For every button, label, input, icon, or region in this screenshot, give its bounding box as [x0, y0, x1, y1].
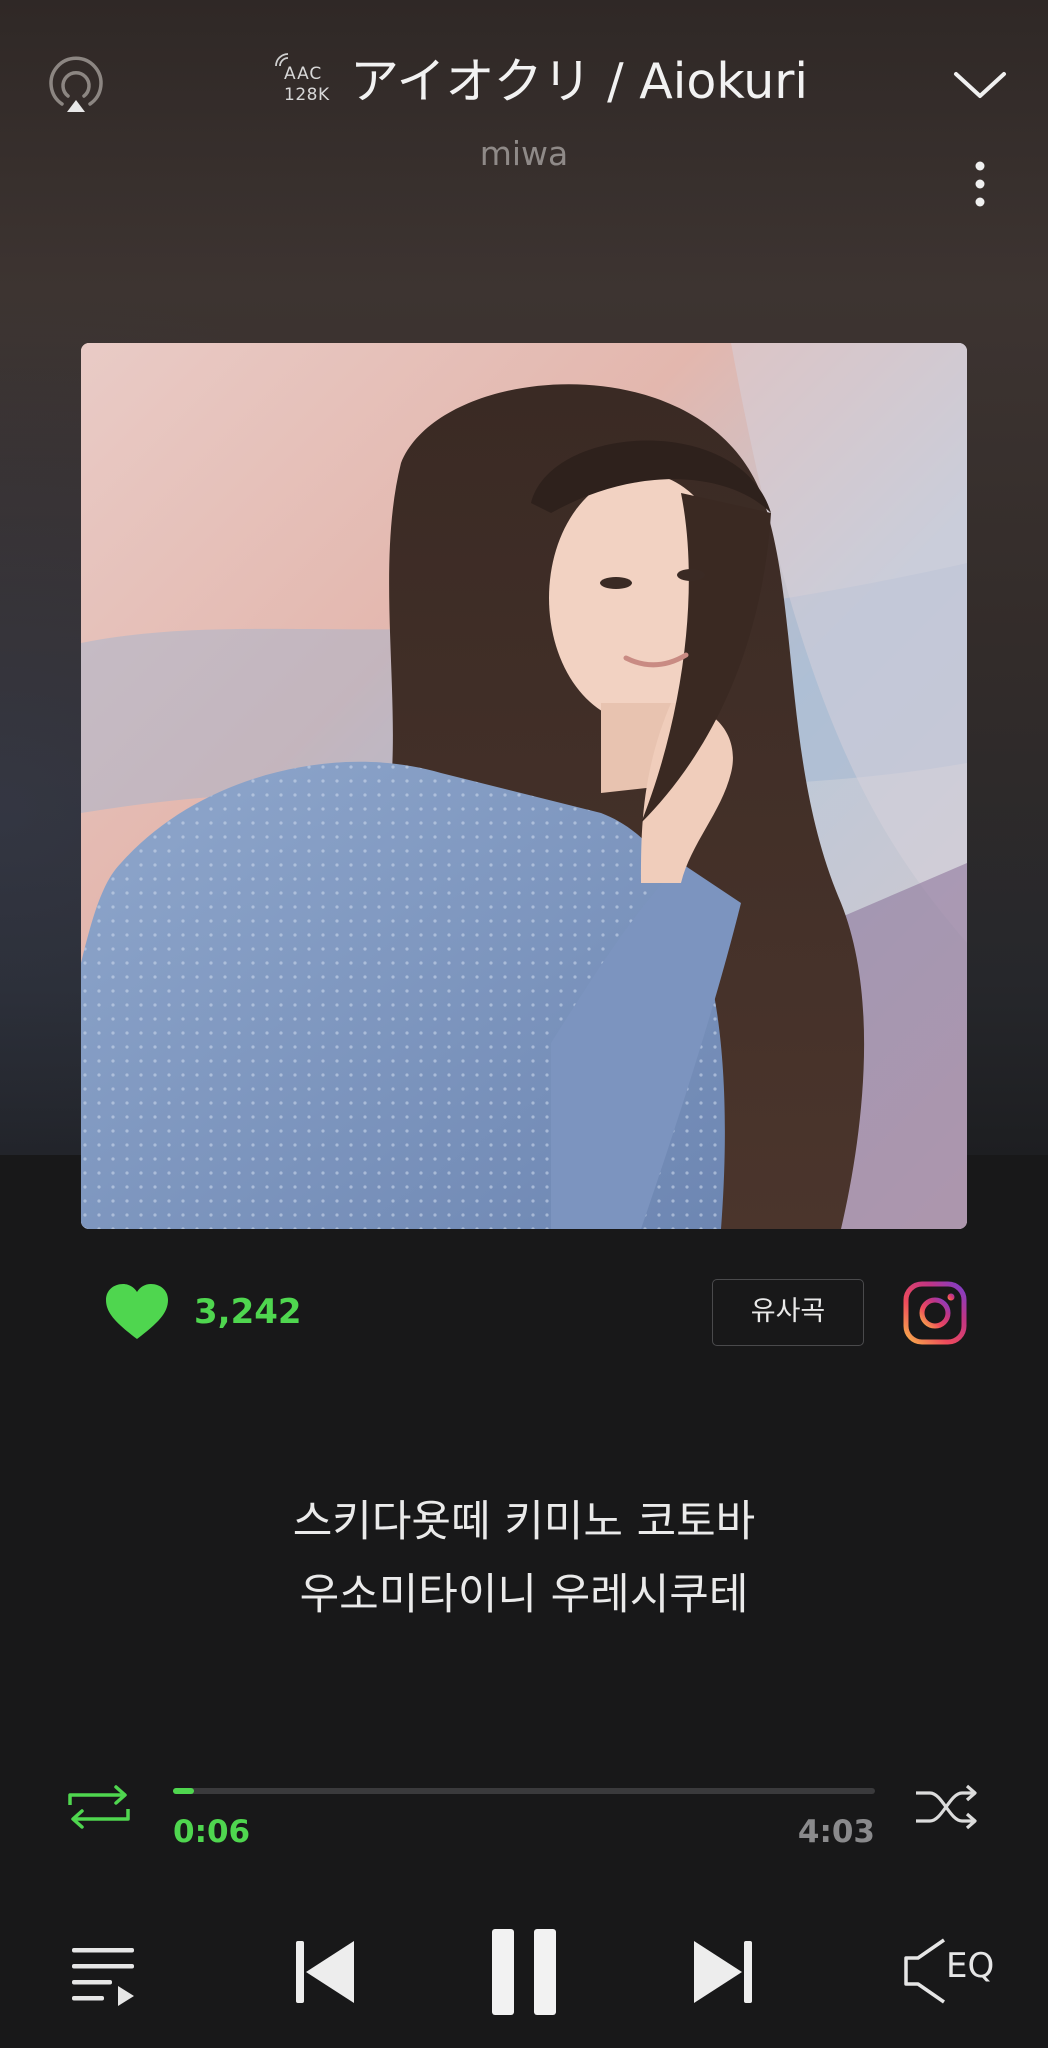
instagram-icon — [903, 1281, 967, 1345]
airplay-button[interactable] — [40, 50, 112, 122]
next-track-button[interactable] — [690, 1937, 756, 2007]
elapsed-time: 0:06 — [173, 1814, 251, 1850]
pause-icon — [492, 1929, 556, 2015]
heart-icon — [106, 1284, 168, 1339]
audio-quality-badge: AAC 128K — [270, 53, 340, 110]
playlist-icon — [72, 1948, 134, 2006]
more-options-button[interactable] — [960, 156, 1000, 216]
repeat-button[interactable] — [64, 1783, 134, 1831]
album-photo — [81, 343, 967, 1229]
airplay-icon — [49, 56, 103, 112]
artist-name[interactable]: miwa — [0, 134, 1048, 173]
more-vertical-icon — [975, 161, 985, 207]
like-button[interactable] — [104, 1283, 170, 1343]
lyric-line-current[interactable]: 스키다욧떼 키미노 코토바 — [0, 1487, 1048, 1549]
repeat-icon — [68, 1785, 130, 1829]
equalizer-button[interactable]: EQ — [902, 1936, 1002, 2006]
next-icon — [694, 1941, 752, 2003]
lyric-line-next[interactable]: 우소미타이니 우레시쿠테 — [0, 1560, 1048, 1622]
eq-label: EQ — [946, 1946, 995, 1986]
chevron-down-icon — [954, 72, 1006, 98]
album-artwork — [81, 343, 967, 1229]
shuffle-icon — [916, 1784, 977, 1830]
pause-button[interactable] — [488, 1925, 560, 2019]
playlist-button[interactable] — [68, 1940, 140, 2006]
shuffle-button[interactable] — [912, 1783, 982, 1831]
bitrate-label: 128K — [284, 85, 330, 105]
like-count: 3,242 — [194, 1292, 302, 1332]
equalizer-icon — [904, 1938, 945, 2004]
total-time: 4:03 — [797, 1814, 875, 1850]
song-title: アイオクリ / Aiokuri — [350, 53, 809, 110]
progress-bar[interactable] — [173, 1788, 875, 1794]
previous-icon — [296, 1941, 354, 2003]
instagram-share-button[interactable] — [903, 1281, 967, 1345]
progress-fill — [173, 1788, 195, 1794]
codec-label: AAC — [284, 64, 323, 84]
similar-songs-button[interactable]: 유사곡 — [712, 1279, 864, 1346]
collapse-button[interactable] — [948, 60, 1012, 110]
previous-track-button[interactable] — [292, 1937, 358, 2007]
